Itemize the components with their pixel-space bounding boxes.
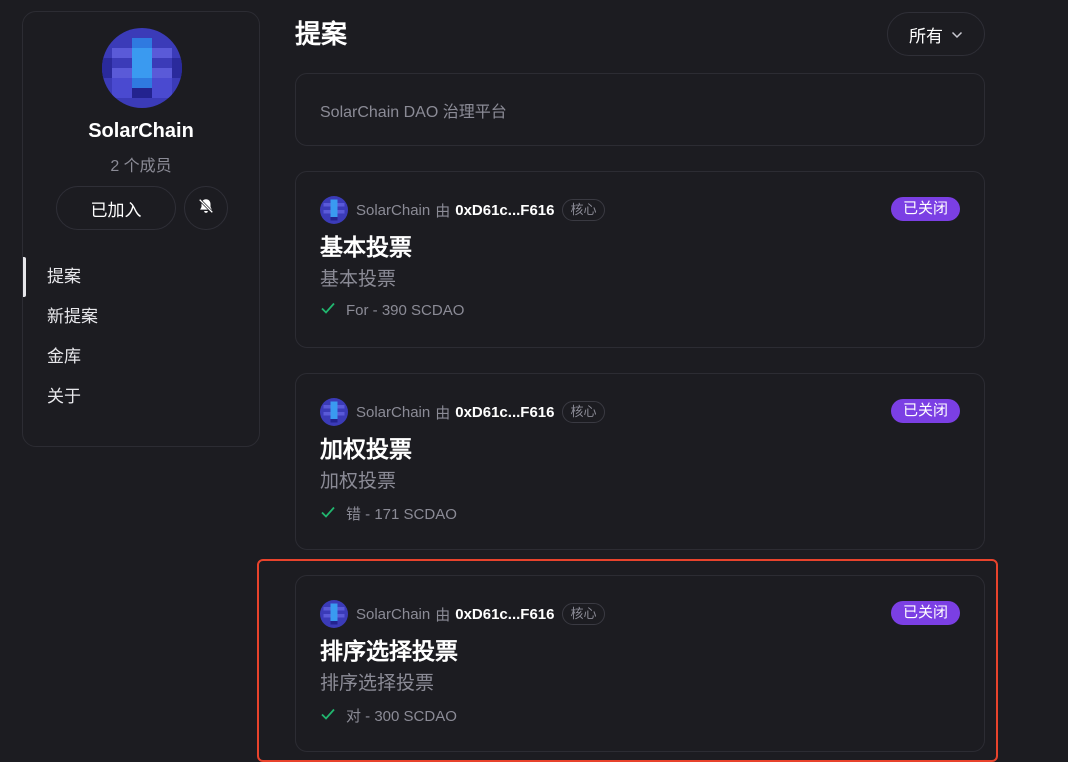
proposal-description: 加权投票: [320, 471, 397, 492]
proposal-author[interactable]: 0xD61c...F616: [455, 202, 554, 219]
filter-dropdown[interactable]: 所有: [887, 12, 985, 56]
proposal-author[interactable]: 0xD61c...F616: [455, 404, 554, 421]
proposal-card[interactable]: SolarChain 由 0xD61c...F616 核心 已关闭 加权投票 加…: [295, 373, 985, 550]
proposal-meta: SolarChain 由 0xD61c...F616 核心: [356, 199, 605, 221]
space-nav: 提案 新提案 金库 关于: [23, 257, 259, 417]
check-icon: [320, 301, 336, 319]
proposal-space[interactable]: SolarChain: [356, 606, 430, 623]
space-avatar-small: [320, 196, 348, 224]
member-count: 2 个成员: [110, 158, 172, 175]
proposal-by-label: 由: [435, 606, 451, 624]
space-about-text: SolarChain DAO 治理平台: [320, 103, 507, 121]
proposal-by-label: 由: [435, 202, 451, 220]
proposal-space[interactable]: SolarChain: [356, 404, 430, 421]
proposal-description: 基本投票: [320, 269, 397, 290]
proposal-meta: SolarChain 由 0xD61c...F616 核心: [356, 603, 605, 625]
space-avatar-small: [320, 600, 348, 628]
core-badge: 核心: [562, 603, 605, 625]
status-badge: 已关闭: [890, 601, 960, 625]
proposal-meta: SolarChain 由 0xD61c...F616 核心: [356, 401, 605, 423]
proposal-by-label: 由: [435, 404, 451, 422]
proposal-title[interactable]: 基本投票: [320, 228, 412, 262]
core-badge: 核心: [562, 401, 605, 423]
proposal-title[interactable]: 排序选择投票: [320, 632, 458, 666]
status-badge: 已关闭: [890, 399, 960, 423]
proposal-result-text: For - 390 SCDAO: [346, 301, 465, 319]
page-title: 提案: [295, 19, 348, 49]
space-about-card: SolarChain DAO 治理平台: [295, 73, 985, 146]
proposal-result-text: 对 - 300 SCDAO: [346, 708, 457, 725]
filter-label: 所有: [909, 26, 943, 46]
proposal-result: For - 390 SCDAO: [320, 301, 464, 319]
nav-item-about[interactable]: 关于: [23, 377, 259, 417]
bell-off-icon: [197, 197, 215, 220]
nav-item-proposals[interactable]: 提案: [23, 257, 259, 297]
proposal-card[interactable]: SolarChain 由 0xD61c...F616 核心 已关闭 基本投票 基…: [295, 171, 985, 348]
space-avatar[interactable]: [102, 28, 182, 108]
proposal-result-text: 错 - 171 SCDAO: [346, 506, 457, 523]
joined-button[interactable]: 已加入: [56, 186, 176, 230]
chevron-down-icon: [951, 24, 963, 44]
nav-item-treasury[interactable]: 金库: [23, 337, 259, 377]
core-badge: 核心: [562, 199, 605, 221]
space-avatar-small: [320, 398, 348, 426]
status-badge: 已关闭: [890, 197, 960, 221]
notification-toggle-button[interactable]: [184, 186, 228, 230]
proposal-author[interactable]: 0xD61c...F616: [455, 606, 554, 623]
proposal-title[interactable]: 加权投票: [320, 430, 412, 464]
space-sidebar: SolarChain 2 个成员 已加入 提案 新提案 金库 关于: [22, 11, 260, 447]
nav-item-new-proposal[interactable]: 新提案: [23, 297, 259, 337]
check-icon: [320, 505, 336, 523]
proposal-result: 错 - 171 SCDAO: [320, 503, 457, 524]
proposal-result: 对 - 300 SCDAO: [320, 705, 457, 726]
check-icon: [320, 707, 336, 725]
proposal-description: 排序选择投票: [320, 673, 435, 694]
proposal-card[interactable]: SolarChain 由 0xD61c...F616 核心 已关闭 排序选择投票…: [295, 575, 985, 752]
space-name: SolarChain: [88, 120, 194, 142]
proposal-space[interactable]: SolarChain: [356, 202, 430, 219]
